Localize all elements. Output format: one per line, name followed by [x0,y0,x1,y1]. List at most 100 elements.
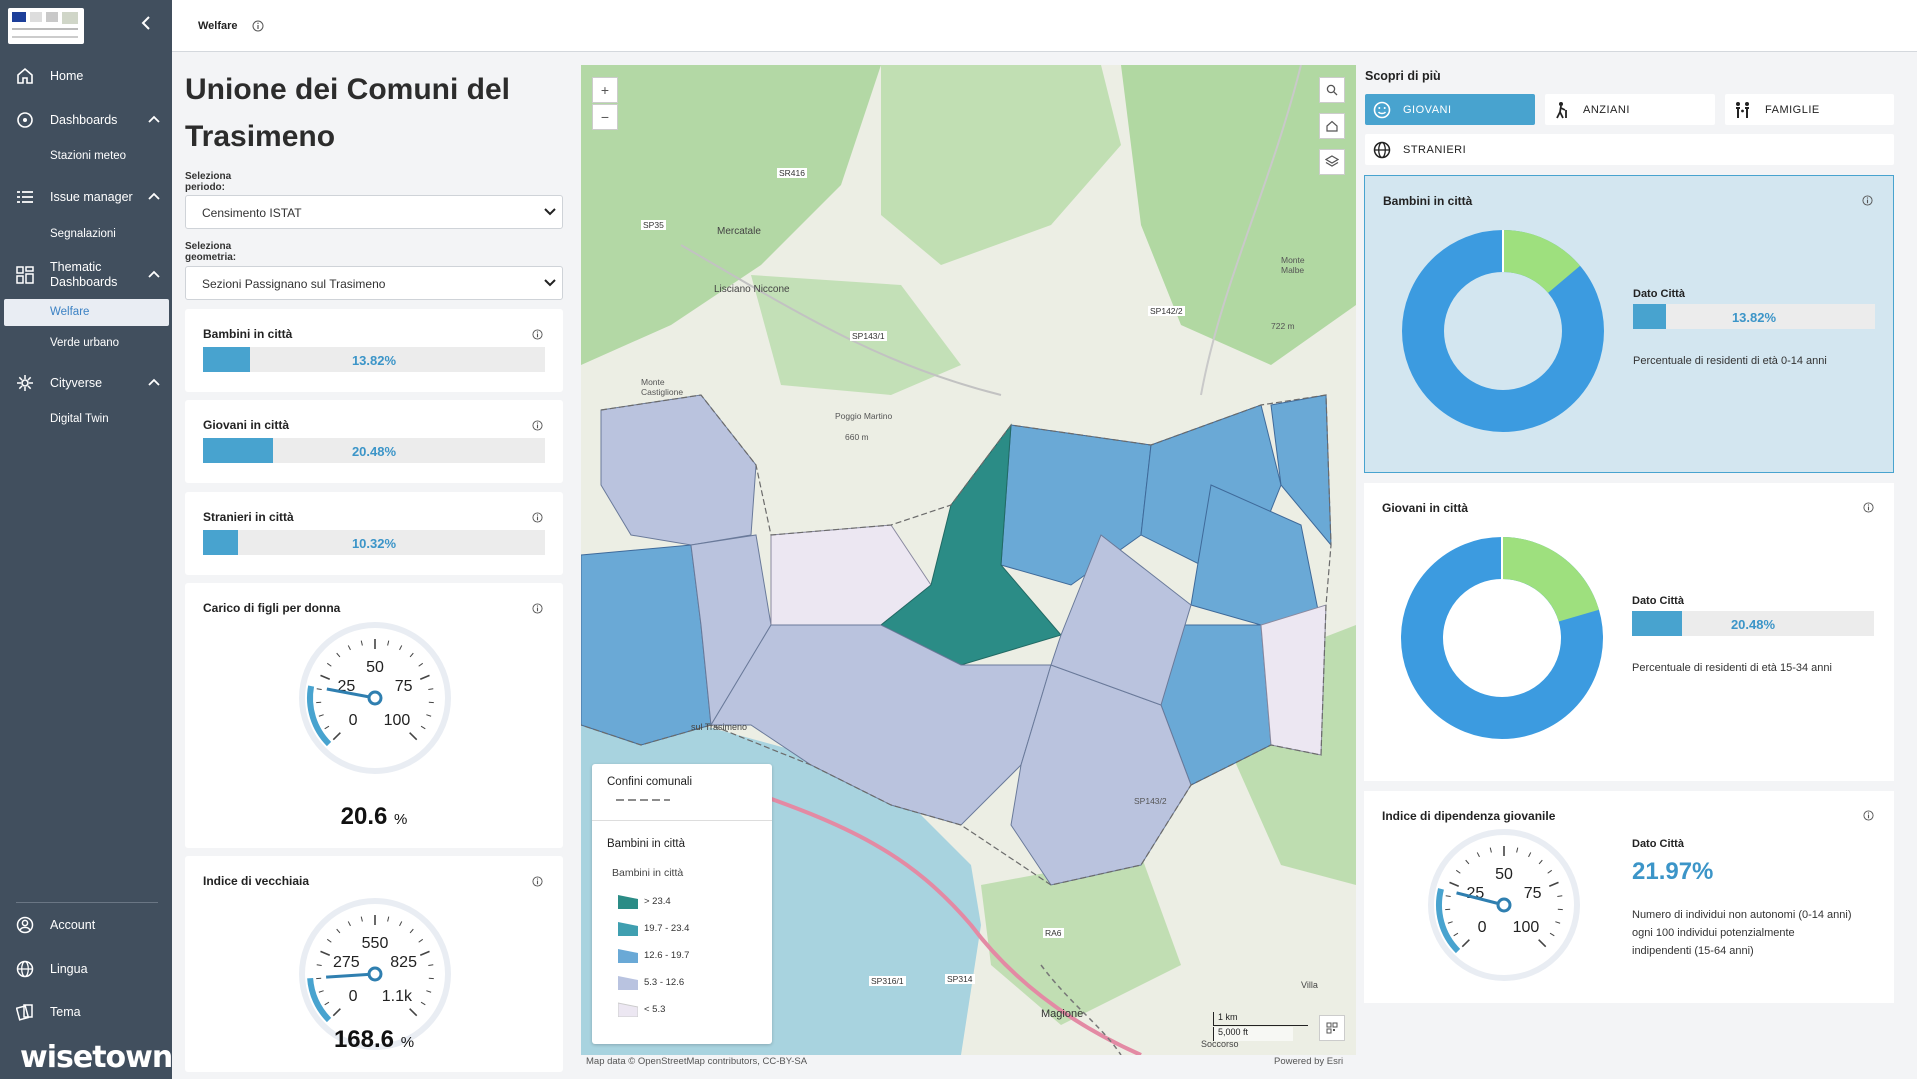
info-icon[interactable] [1862,193,1873,211]
home-icon [1326,120,1338,132]
legend-class-label: 5.3 - 12.6 [644,976,685,988]
gauge-tick [1557,895,1563,898]
search-icon [1326,84,1338,96]
sidebar-item-tema[interactable]: Tema [0,1002,172,1022]
road-label: SP314 [945,974,975,984]
sidebar-item-issue-manager[interactable]: Issue manager [0,187,172,207]
zoom-out-button[interactable]: − [592,104,618,130]
chevron-up-icon [148,192,160,200]
map-home-button[interactable] [1319,113,1345,139]
dipendenza-giovanile-card: Indice di dipendenza giovanile 0 25 50 75 10… [1364,791,1894,1003]
map-label: 660 m [845,432,869,442]
sidebar-item-segnalazioni[interactable]: Segnalazioni [50,228,116,240]
gauge-tick [1516,847,1519,853]
gauge-tick [1547,869,1553,874]
road-label: SP143/2 [1134,796,1167,806]
map-label: Mercatale [717,226,761,237]
gauge-tick [1555,921,1561,924]
tab-label: FAMIGLIE [1765,103,1820,116]
tab-label: GIOVANI [1403,103,1452,116]
qr-icon [1326,1022,1338,1034]
map-label: Villa [1301,980,1318,990]
logo [8,8,84,44]
info-icon[interactable] [532,510,543,528]
layers-icon [1325,155,1339,167]
gauge-tick [409,652,414,658]
gauge-tick-label: 0 [349,988,358,1005]
dashboards-icon [15,110,35,130]
map-qr-button[interactable] [1319,1015,1345,1041]
collapse-sidebar-button[interactable] [140,14,152,35]
card-title: Giovani in città [203,418,290,432]
sidebar-item-thematic-dashboards[interactable]: Thematic Dashboards [0,259,172,291]
smile-icon [1373,101,1391,119]
gauge-tick [1445,895,1451,898]
bambini-card: Bambini in città 13.82% [185,309,563,392]
sidebar-item-dashboards[interactable]: Dashboards [0,110,172,130]
map-search-button[interactable] [1319,77,1345,103]
tab-anziani[interactable]: ANZIANI [1545,94,1715,125]
giovani-donut-card: Giovani in città Dato Città 20.48% Perce… [1364,483,1894,781]
gauge-tick-label: 75 [395,678,413,695]
tab-label: STRANIERI [1403,143,1467,156]
chevron-up-icon [148,378,160,386]
card-title: Bambini in città [203,327,293,341]
legend-class-label: < 5.3 [644,1003,666,1015]
tab-famiglie[interactable]: FAMIGLIE [1725,94,1894,125]
sidebar-item-welfare[interactable]: Welfare [4,299,169,326]
gauge-tick [1549,932,1555,937]
tab-stranieri[interactable]: STRANIERI [1365,134,1894,165]
card-title: Stranieri in città [203,510,294,524]
gauge-tick [1528,852,1532,858]
progress-bar: 20.48% [1632,611,1874,636]
info-icon[interactable] [532,418,543,436]
info-icon[interactable] [1863,808,1874,826]
brand-logo: wisetown [20,1040,173,1075]
info-icon[interactable] [252,19,264,37]
gauge-tick-label: 0 [1478,919,1487,936]
period-label: Seleziona periodo: [185,171,232,193]
card-title: Giovani in città [1382,501,1469,515]
tab-label: ANZIANI [1583,103,1630,116]
info-icon[interactable] [532,327,543,345]
gauge-tick [336,928,341,934]
sidebar-item-home[interactable]: Home [0,66,172,86]
gauge-tick [1538,859,1543,865]
legend-group-title: Confini comunali [607,776,693,788]
sidebar-item-cityverse[interactable]: Cityverse [0,373,172,393]
gauge-tick-label: 75 [1524,885,1542,902]
gauge-tick [360,640,363,646]
sidebar-item-account[interactable]: Account [0,915,172,935]
elderly-icon [1553,101,1571,119]
legend-border-line [616,799,670,801]
sidebar-item-label: Cityverse [50,376,103,390]
gauge-tick-label: 1.1k [382,988,413,1005]
scale-bar-ft: 5,000 ft [1213,1027,1293,1041]
zoom-in-button[interactable]: + [592,77,618,103]
data-label: Dato Città [1632,838,1684,850]
gauge-tick [347,921,351,927]
sidebar-item-verde-urbano[interactable]: Verde urbano [50,337,119,349]
map-label: Monte Castiglione [641,377,684,397]
map-label: Monte Malbe [1281,255,1305,275]
gauge-tick [318,714,324,717]
progress-bar: 13.82% [203,347,545,372]
progress-value: 10.32% [351,536,397,551]
gauge-tick [409,732,418,741]
sidebar-item-digital-twin[interactable]: Digital Twin [50,413,109,425]
cityverse-icon [15,373,35,393]
progress-bar: 13.82% [1633,304,1875,329]
gauge-hub [367,966,383,982]
info-icon[interactable] [1863,500,1874,518]
gauge-tick [1449,881,1460,887]
period-select[interactable]: Censimento ISTAT [185,195,563,229]
gauge-tick [1453,932,1459,937]
geometry-select-value: Sezioni Passignano sul Trasimeno [202,277,386,291]
legend-subtitle: Bambini in città [612,867,684,879]
sidebar-item-lingua[interactable]: Lingua [0,959,172,979]
sidebar-item-stazioni-meteo[interactable]: Stazioni meteo [50,150,126,162]
tab-giovani[interactable]: GIOVANI [1365,94,1535,125]
map-layers-button[interactable] [1319,149,1345,175]
gauge-tick-label: 50 [366,659,384,676]
geometry-select[interactable]: Sezioni Passignano sul Trasimeno [185,266,563,300]
